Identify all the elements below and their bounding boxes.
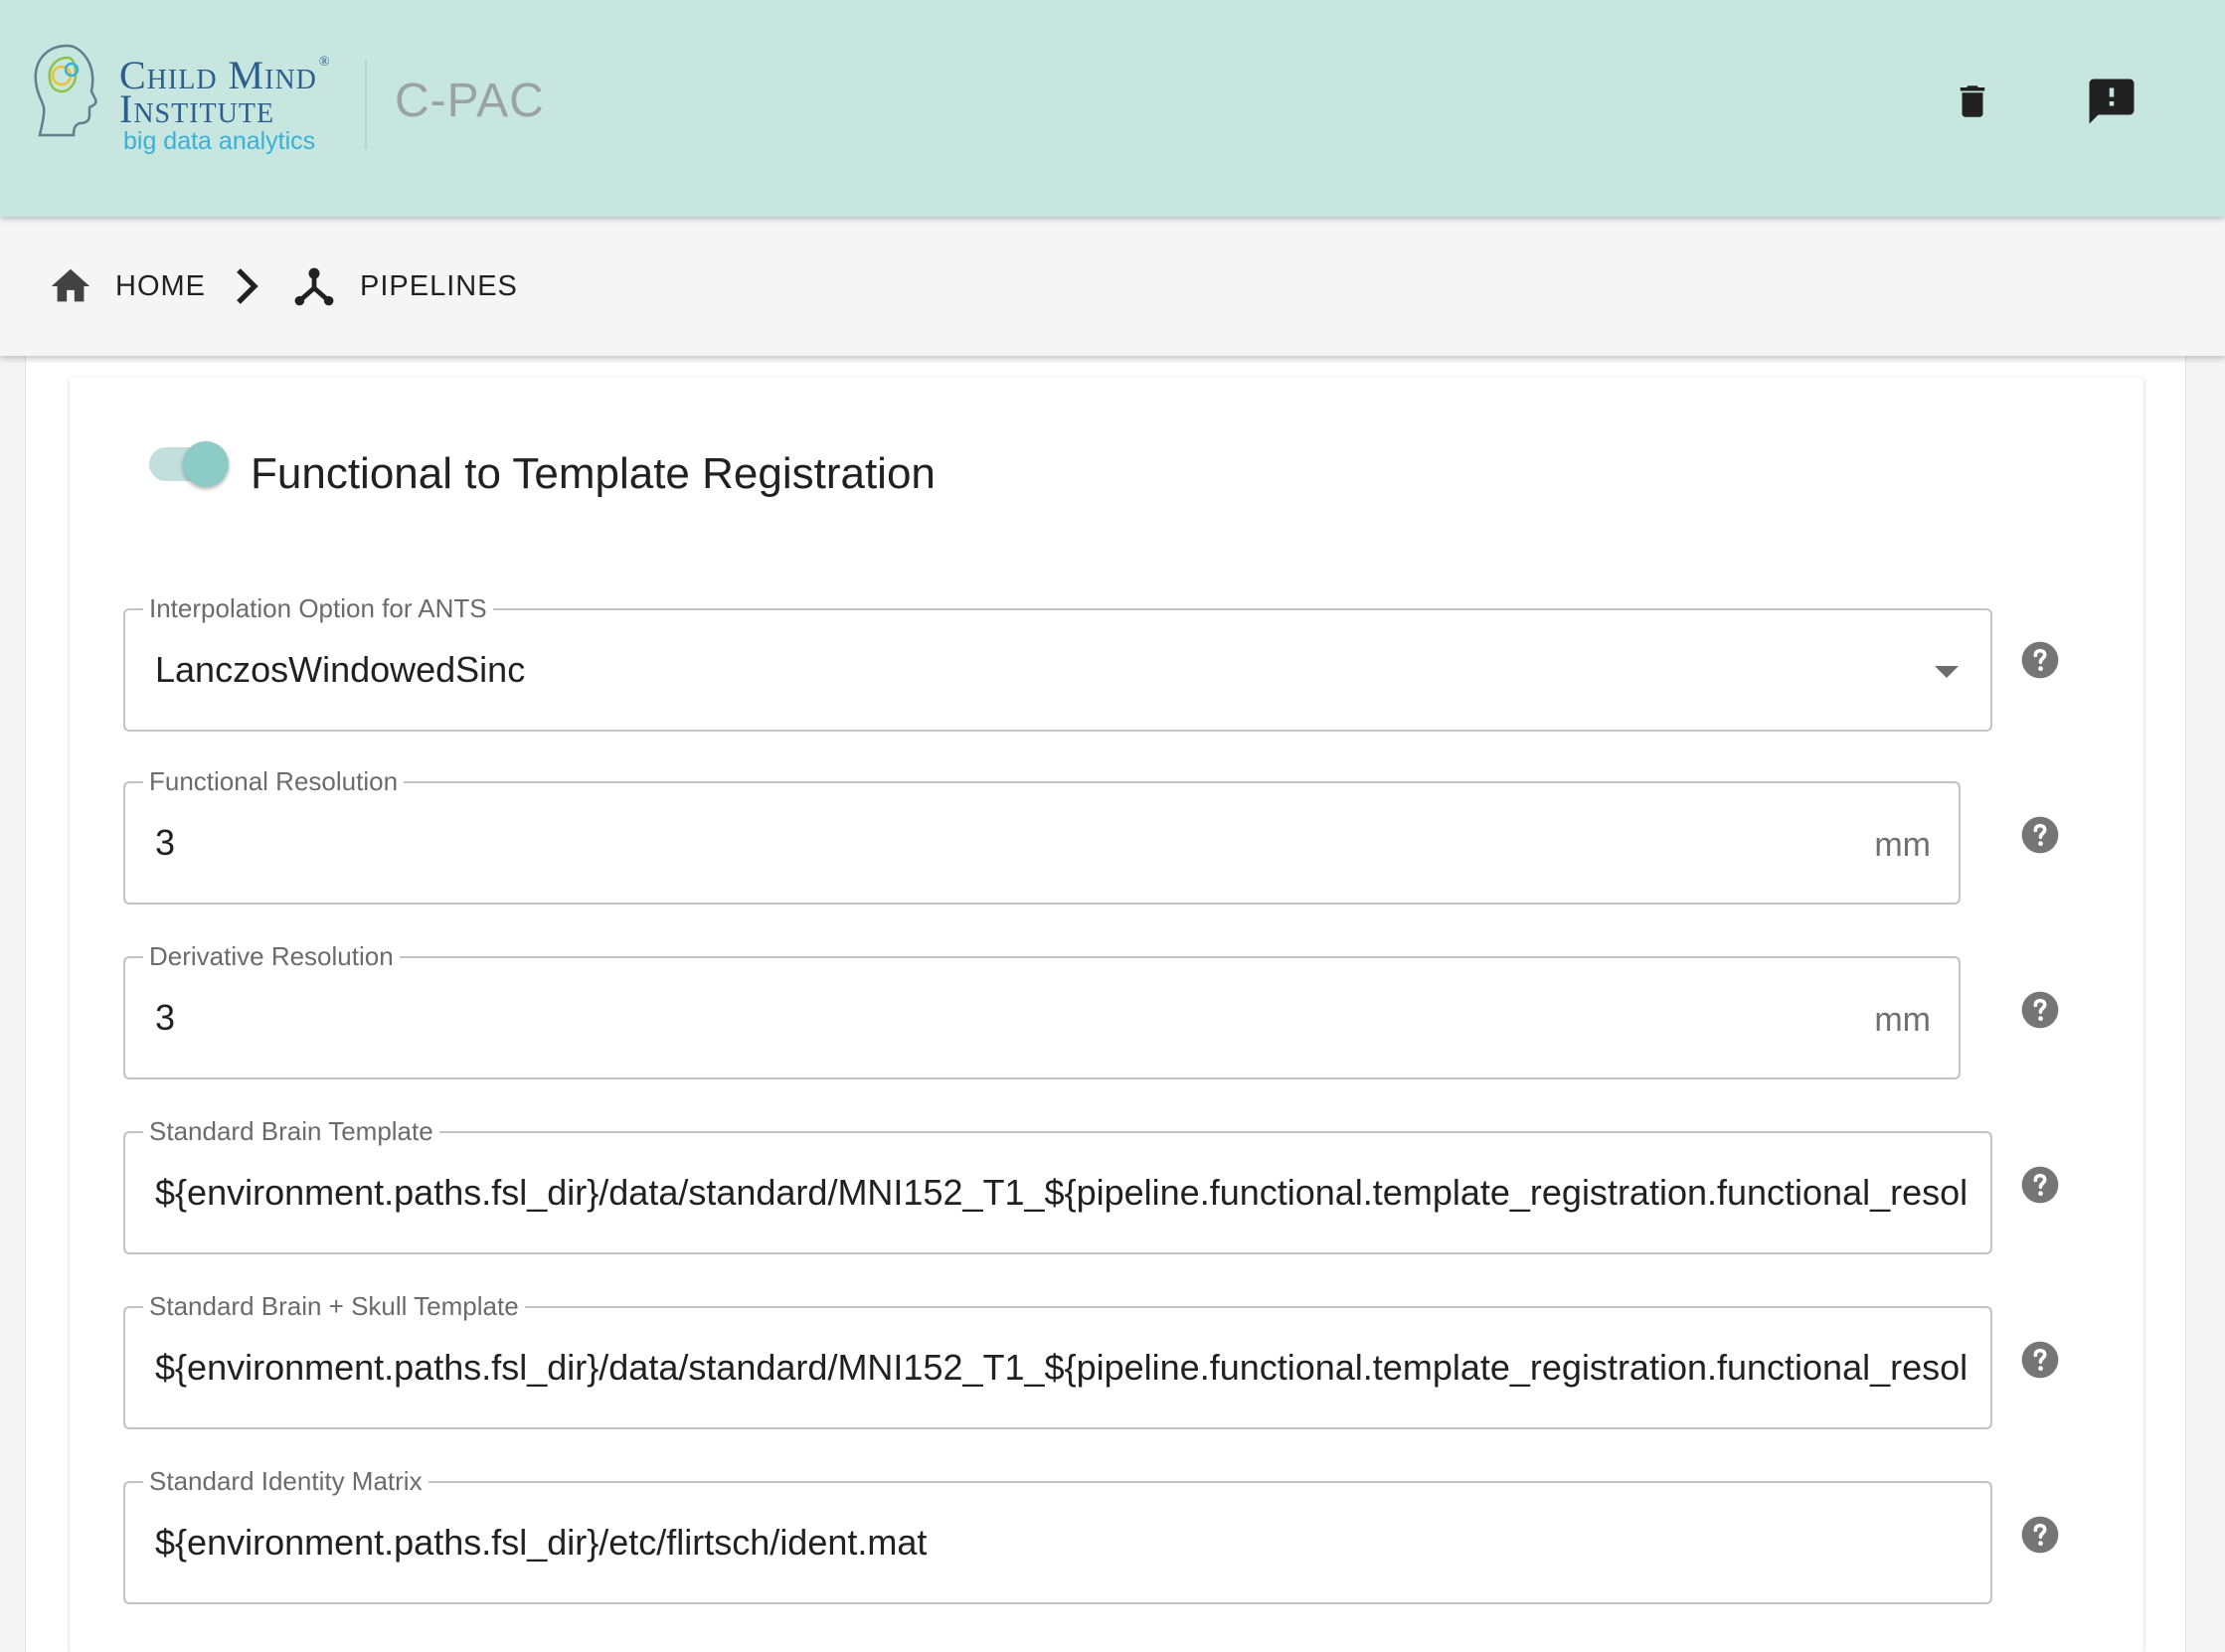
field-label: Interpolation Option for ANTS [143,592,493,624]
identity-matrix-field[interactable]: Standard Identity Matrix ${environment.p… [123,1465,1992,1604]
help-icon[interactable] [2020,1165,2060,1205]
field-value: 3 [155,822,176,863]
section-enabled-toggle[interactable] [149,439,231,489]
home-icon [51,268,90,302]
logo-tagline: big data analytics [123,127,316,155]
trash-icon [1960,85,1985,117]
breadcrumb-home[interactable]: HOME [48,262,206,310]
child-mind-institute-logo[interactable]: Child Mind ® Institute big data analytics [28,40,346,159]
field-value: ${environment.paths.fsl_dir}/data/standa… [155,1347,1968,1388]
help-icon[interactable] [2020,1340,2060,1380]
head-logo-icon [34,44,97,137]
toggle-thumb [183,441,229,487]
dropdown-arrow-icon [1935,666,1959,678]
functional-resolution-field[interactable]: Functional Resolution 3 mm [123,765,1961,905]
field-label: Derivative Resolution [143,940,400,972]
field-label: Standard Identity Matrix [143,1465,428,1497]
help-icon[interactable] [2020,990,2060,1030]
delete-button[interactable] [1941,70,2004,133]
field-label: Standard Brain Template [143,1115,439,1147]
pipeline-icon [294,267,334,306]
field-value: ${environment.paths.fsl_dir}/etc/flirtsc… [155,1522,928,1563]
unit-suffix: mm [1874,1001,1931,1039]
brain-skull-template-field[interactable]: Standard Brain + Skull Template ${enviro… [123,1290,1992,1429]
feedback-button[interactable] [2080,70,2143,133]
logo-text: Institute [119,86,275,131]
field-label: Functional Resolution [143,765,405,797]
help-icon[interactable] [2020,640,2060,680]
derivative-resolution-field[interactable]: Derivative Resolution 3 mm [123,940,1961,1079]
section-title: Functional to Template Registration [251,449,936,498]
help-icon[interactable] [2020,815,2060,855]
breadcrumb-pipelines-label: PIPELINES [360,269,518,302]
app-title: C-PAC [395,75,545,127]
chevron-right-icon [237,268,258,304]
header-divider [365,60,367,149]
breadcrumb-home-label: HOME [115,269,206,302]
feedback-icon [2089,79,2135,124]
brain-template-field[interactable]: Standard Brain Template ${environment.pa… [123,1115,1992,1254]
unit-suffix: mm [1874,826,1931,864]
interpolation-select[interactable]: Interpolation Option for ANTS LanczosWin… [123,592,1992,732]
app-bar: Child Mind ® Institute big data analytics… [0,0,2225,217]
field-value: ${environment.paths.fsl_dir}/data/standa… [155,1172,1968,1213]
field-value: LanczosWindowedSinc [155,649,526,690]
breadcrumb: HOME PIPELINES [0,217,2225,356]
help-icon[interactable] [2020,1515,2060,1555]
breadcrumb-pipelines[interactable]: PIPELINES [292,262,518,310]
field-value: 3 [155,997,176,1038]
field-label: Standard Brain + Skull Template [143,1290,525,1322]
